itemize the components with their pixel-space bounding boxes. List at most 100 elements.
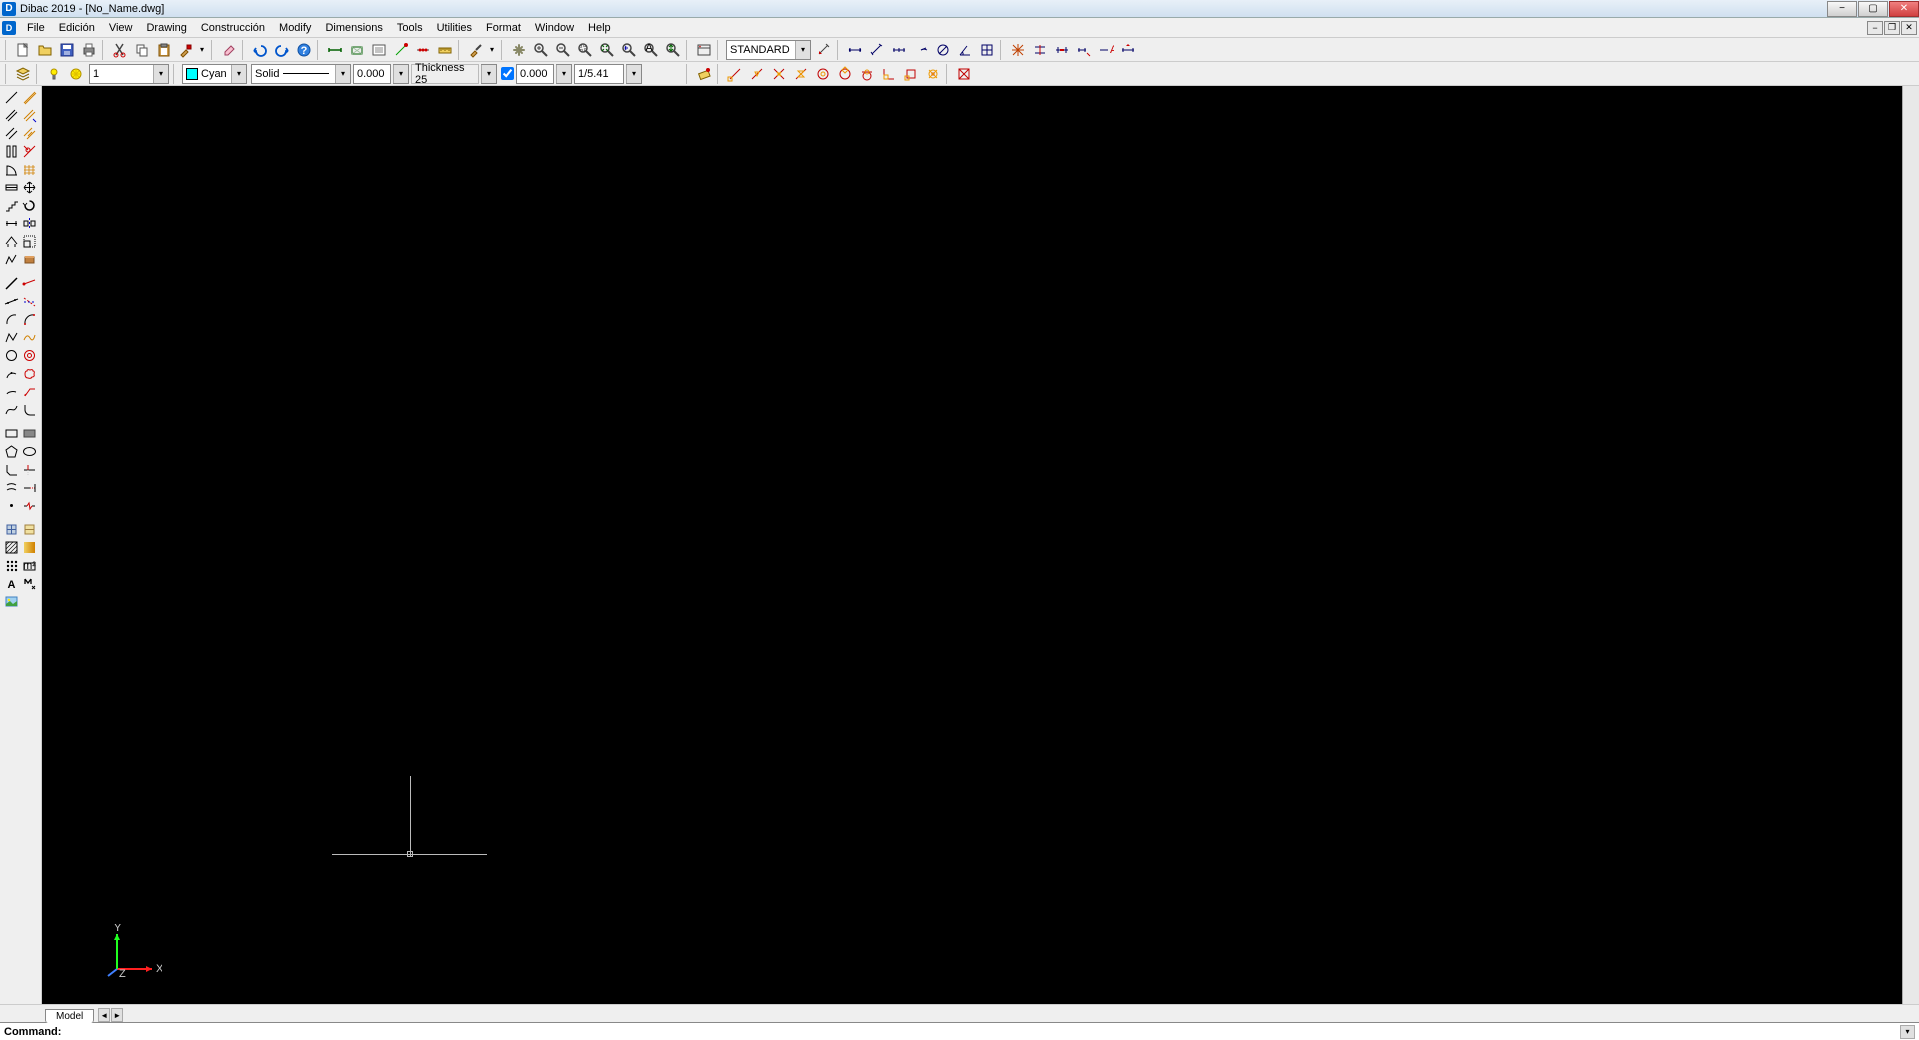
chevron-down-icon[interactable]: ▾ [393, 65, 408, 83]
rectangle-tool[interactable] [2, 424, 21, 442]
trim-tool[interactable] [21, 460, 40, 478]
dim-ordinate-button[interactable] [977, 40, 997, 60]
stretch-dim-button[interactable] [1052, 40, 1072, 60]
explode-button[interactable] [1008, 40, 1028, 60]
arc3p-tool[interactable] [2, 364, 21, 382]
polyline-tool[interactable] [2, 328, 21, 346]
command-line[interactable]: Command: ▾ [0, 1022, 1919, 1040]
dim-text-button[interactable]: A [1096, 40, 1116, 60]
new-button[interactable] [13, 40, 33, 60]
zoom-all-button[interactable]: A [641, 40, 661, 60]
zoom-extents-button[interactable] [597, 40, 617, 60]
construction-tool[interactable] [21, 292, 40, 310]
snap-endpoint-button[interactable] [725, 64, 745, 84]
dimstyle-select[interactable]: STANDARD ▾ [726, 40, 811, 60]
lineweight-checkbox[interactable] [501, 67, 514, 80]
width-dropdown[interactable]: ▾ [393, 64, 409, 84]
layer-manager-button[interactable] [13, 64, 33, 84]
circle3p-tool[interactable] [21, 310, 40, 328]
menu-window[interactable]: Window [528, 20, 581, 36]
value2-dropdown[interactable]: ▾ [556, 64, 572, 84]
close-button[interactable]: ✕ [1889, 1, 1919, 17]
circle-tool[interactable] [2, 346, 21, 364]
open-button[interactable] [35, 40, 55, 60]
mtext-tool[interactable] [21, 574, 40, 592]
chevron-down-icon[interactable]: ▾ [795, 41, 810, 59]
linetype-select[interactable]: Solid ▾ [251, 64, 351, 84]
dim-diameter-button[interactable] [933, 40, 953, 60]
roof-tool[interactable] [2, 232, 21, 250]
tab-next-button[interactable]: ► [111, 1008, 123, 1022]
menu-utilities[interactable]: Utilities [430, 20, 479, 36]
dim-continue-button[interactable] [889, 40, 909, 60]
dimension-tool[interactable] [2, 214, 21, 232]
dim-linear-button[interactable] [845, 40, 865, 60]
layer-select[interactable]: 1 ▾ [89, 64, 169, 84]
chevron-down-icon[interactable]: ▾ [556, 65, 571, 83]
block-insert-tool[interactable] [2, 520, 21, 538]
layer-on-icon[interactable] [44, 64, 64, 84]
parallel-tool[interactable] [2, 124, 21, 142]
menu-edicion[interactable]: Edición [52, 20, 102, 36]
copy-button[interactable] [132, 40, 152, 60]
paste-dropdown[interactable]: ▾ [197, 40, 207, 60]
osnap-toggle-button[interactable] [694, 64, 714, 84]
snap-perpendicular-button[interactable] [879, 64, 899, 84]
ellipse-arc-tool[interactable] [2, 382, 21, 400]
zoom-window-button[interactable] [575, 40, 595, 60]
value2-input[interactable]: 0.000 [516, 64, 554, 84]
area-button[interactable] [347, 40, 367, 60]
menu-construccion[interactable]: Construcción [194, 20, 272, 36]
id-button[interactable] [391, 40, 411, 60]
pan-button[interactable] [509, 40, 529, 60]
extend-tool[interactable] [21, 478, 40, 496]
line-tool[interactable] [2, 88, 21, 106]
donut-tool[interactable] [21, 346, 40, 364]
erase-button[interactable] [219, 40, 239, 60]
wall-tool[interactable] [21, 88, 40, 106]
scale-input[interactable]: 1/5.41 [574, 64, 624, 84]
chevron-down-icon[interactable]: ▾ [481, 65, 496, 83]
menu-dimensions[interactable]: Dimensions [318, 20, 389, 36]
hatch-tool[interactable] [2, 538, 21, 556]
distance-button[interactable] [325, 40, 345, 60]
mirror-tool[interactable] [21, 214, 40, 232]
brush-dropdown[interactable]: ▾ [487, 40, 497, 60]
width-input[interactable]: 0.000 [353, 64, 391, 84]
print-button[interactable] [79, 40, 99, 60]
redo-button[interactable] [272, 40, 292, 60]
color-select[interactable]: Cyan ▾ [182, 64, 247, 84]
dim-update-button[interactable] [1118, 40, 1138, 60]
scale-dropdown[interactable]: ▾ [626, 64, 642, 84]
zoom-out-button[interactable] [553, 40, 573, 60]
furniture-tool[interactable] [21, 250, 40, 268]
stairs-tool[interactable] [2, 196, 21, 214]
window-tool[interactable] [2, 178, 21, 196]
zoom-realtime-button[interactable] [663, 40, 683, 60]
list-button[interactable] [369, 40, 389, 60]
ellipse-tool[interactable] [21, 442, 40, 460]
chevron-down-icon[interactable]: ▾ [231, 65, 246, 83]
trim-dim-button[interactable] [1030, 40, 1050, 60]
scale-tool[interactable] [21, 232, 40, 250]
vertical-scrollbar[interactable] [1902, 86, 1919, 1004]
snap-midpoint-button[interactable] [747, 64, 767, 84]
menu-drawing[interactable]: Drawing [139, 20, 193, 36]
command-history-button[interactable]: ▾ [1900, 1025, 1915, 1039]
zoom-in-button[interactable] [531, 40, 551, 60]
ray-tool[interactable] [21, 274, 40, 292]
cut-button[interactable] [110, 40, 130, 60]
gradient-tool[interactable] [21, 538, 40, 556]
document-icon[interactable]: D [2, 21, 16, 35]
image-tool[interactable] [2, 592, 21, 610]
rotate-tool[interactable] [21, 196, 40, 214]
solid-tool[interactable] [21, 424, 40, 442]
polygon-tool[interactable] [2, 442, 21, 460]
dim-aligned-button[interactable] [867, 40, 887, 60]
door-tool[interactable] [2, 160, 21, 178]
break-tool[interactable] [21, 496, 40, 514]
layer-freeze-icon[interactable] [66, 64, 86, 84]
chamfer-tool[interactable] [2, 460, 21, 478]
help-button[interactable]: ? [294, 40, 314, 60]
xline-tool[interactable] [2, 292, 21, 310]
